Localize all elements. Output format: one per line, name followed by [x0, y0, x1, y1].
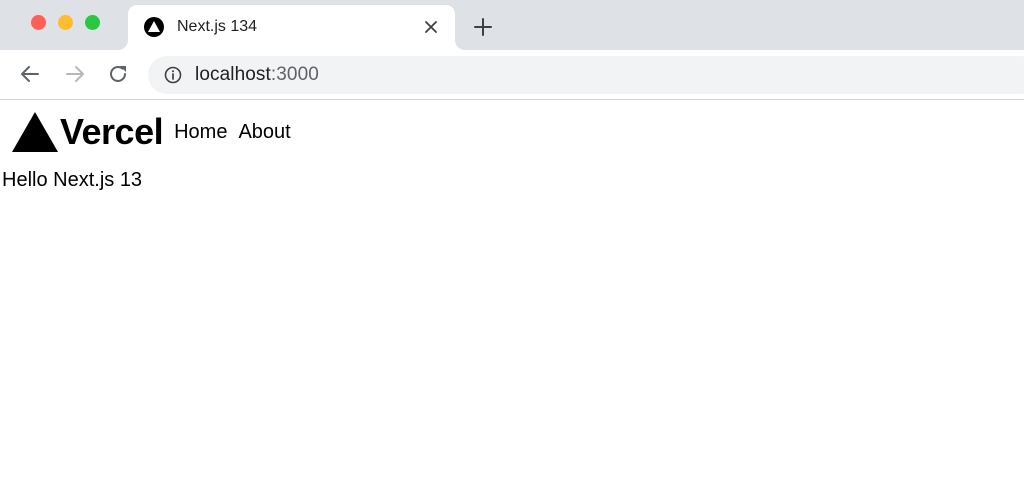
tab-title: Next.js 134 [177, 18, 258, 35]
window-maximize-button[interactable] [85, 15, 100, 30]
url-host: localhost [195, 64, 271, 85]
logo-wordmark: Vercel [60, 111, 164, 152]
plus-icon[interactable] [472, 16, 494, 38]
window-minimize-button[interactable] [58, 15, 73, 30]
arrow-right-icon[interactable] [63, 62, 87, 86]
url-port: :3000 [270, 64, 319, 85]
browser-toolbar: localhost:3000 [0, 50, 1024, 100]
reload-icon[interactable] [106, 62, 130, 86]
browser-window: Next.js 134 localhost:3000 Vercel Home A… [0, 0, 1024, 483]
address-bar[interactable]: localhost:3000 [148, 56, 1024, 94]
nav-link-home[interactable]: Home [174, 120, 227, 144]
vercel-triangle-icon [144, 17, 164, 37]
info-icon[interactable] [164, 66, 182, 84]
arrow-left-icon[interactable] [18, 62, 42, 86]
page-viewport: Vercel Home About Hello Next.js 13 [0, 100, 1024, 483]
page-heading: Hello Next.js 13 [2, 169, 143, 191]
site-nav: Vercel Home About [12, 110, 291, 154]
vercel-triangle-icon [12, 112, 58, 152]
window-close-button[interactable] [31, 15, 46, 30]
url-text: localhost:3000 [195, 65, 319, 85]
nav-link-about[interactable]: About [238, 120, 290, 144]
close-icon[interactable] [421, 17, 441, 37]
browser-tab-active[interactable]: Next.js 134 [128, 5, 455, 50]
tab-strip: Next.js 134 [0, 0, 1024, 50]
vercel-logo[interactable]: Vercel [12, 110, 164, 154]
